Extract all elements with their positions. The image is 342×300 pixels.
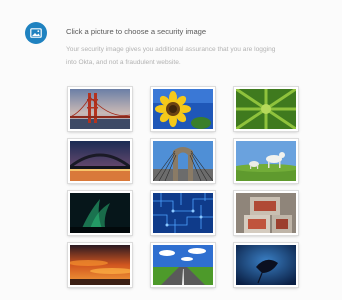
picture-icon (25, 22, 47, 44)
security-image-grid (68, 87, 298, 287)
sunset-clouds-image[interactable] (68, 243, 132, 287)
sunflower-image[interactable] (151, 87, 215, 131)
security-image-panel: Click a picture to choose a security ima… (0, 0, 342, 300)
brooklyn-bridge-image[interactable] (151, 139, 215, 183)
description-line: into Okta, and not a fraudulent website. (66, 59, 181, 66)
country-road-image[interactable] (151, 243, 215, 287)
goats-on-hill-image[interactable] (234, 139, 298, 183)
aurora-image[interactable] (68, 191, 132, 235)
stingray-image[interactable] (234, 243, 298, 287)
green-leaf-image[interactable] (234, 87, 298, 131)
circuit-board-image[interactable] (151, 191, 215, 235)
instruction-heading: Click a picture to choose a security ima… (66, 27, 207, 36)
golden-gate-bridge-image[interactable] (68, 87, 132, 131)
description-line: Your security image gives you additional… (66, 46, 276, 53)
letter-blocks-image[interactable] (234, 191, 298, 235)
instruction-description: Your security image gives you additional… (66, 43, 342, 69)
bridge-at-night-image[interactable] (68, 139, 132, 183)
